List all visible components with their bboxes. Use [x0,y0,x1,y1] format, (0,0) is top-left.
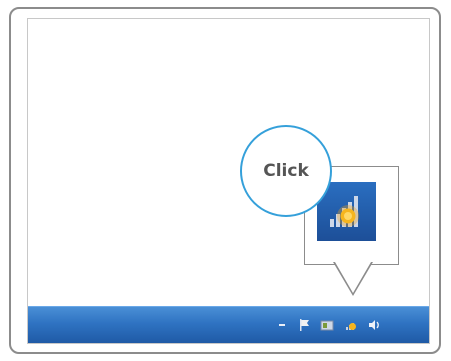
show-hidden-icon[interactable] [275,318,289,332]
callout-pointer-fill [335,262,371,293]
power-icon[interactable] [320,318,334,332]
click-bubble: Click [240,125,332,217]
network-warning-icon[interactable] [344,318,358,332]
click-label: Click [263,161,309,181]
taskbar [28,306,429,343]
action-center-flag-icon[interactable] [298,318,312,332]
volume-icon[interactable] [367,318,381,332]
